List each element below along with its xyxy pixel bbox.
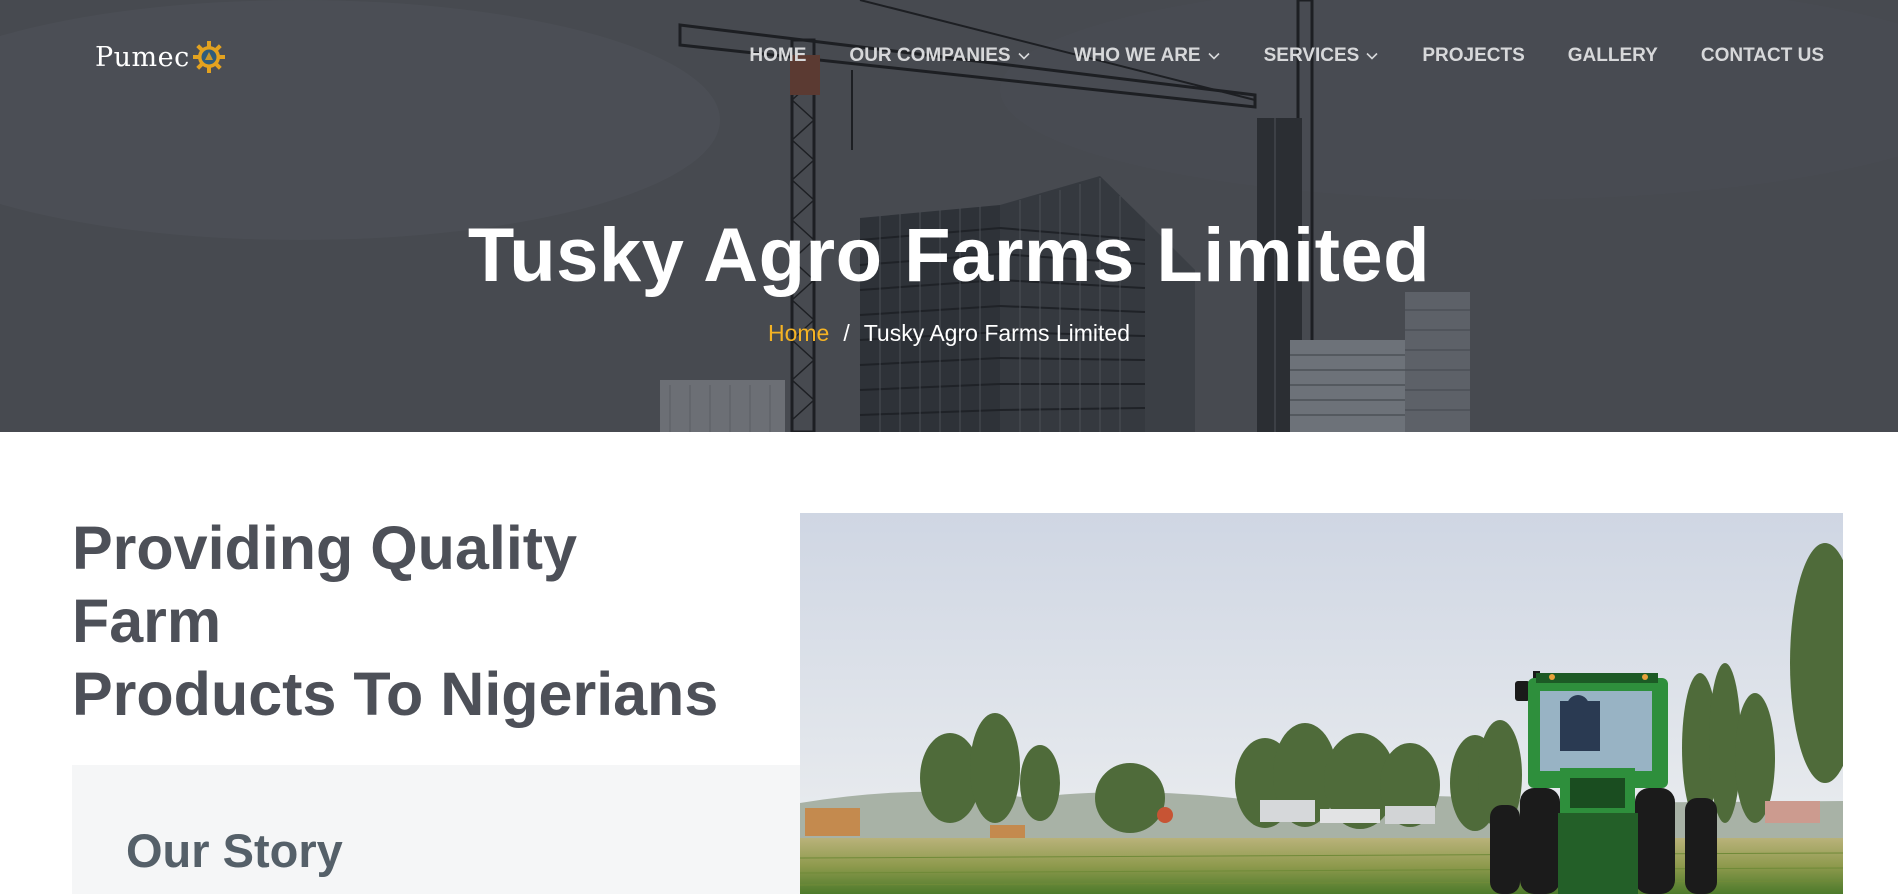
gear-logo-icon (192, 41, 225, 73)
chevron-down-icon (1366, 52, 1378, 60)
nav-our-companies-label: OUR COMPANIES (849, 45, 1011, 66)
nav-home-label: HOME (749, 45, 807, 66)
nav-projects-label: PROJECTS (1422, 45, 1525, 66)
nav-contact-us[interactable]: CONTACT US (1701, 45, 1824, 67)
breadcrumb-home-link[interactable]: Home (768, 320, 829, 347)
logo-text: Pumec (95, 41, 190, 73)
intro-heading-line-1: Providing Quality Farm (72, 514, 578, 655)
breadcrumb-separator: / (843, 320, 850, 346)
intro-heading: Providing Quality Farm Products To Niger… (72, 512, 732, 731)
nav-our-companies[interactable]: OUR COMPANIES (849, 45, 1030, 67)
nav-home[interactable]: HOME (749, 45, 806, 67)
nav-contact-us-label: CONTACT US (1700, 45, 1824, 66)
nav-services-label: SERVICES (1263, 45, 1360, 66)
site-logo[interactable]: Pumec (95, 40, 226, 74)
nav-who-we-are-label: WHO WE ARE (1073, 45, 1201, 66)
nav-gallery-label: GALLERY (1567, 45, 1658, 66)
hero-banner: Pumec HOME OUR COMPANIES WHO WE ARE SERV… (0, 0, 1898, 432)
nav-services[interactable]: SERVICES (1264, 45, 1380, 67)
nav-who-we-are[interactable]: WHO WE ARE (1074, 45, 1221, 67)
page-title: Tusky Agro Farms Limited (467, 213, 1431, 298)
tractor-farm-photo (800, 513, 1843, 894)
chevron-down-icon (1208, 52, 1220, 60)
intro-heading-line-2: Products To Nigerians (72, 660, 719, 728)
tractor-farm-image (800, 513, 1843, 894)
main-navigation: HOME OUR COMPANIES WHO WE ARE SERVICES P… (749, 45, 1824, 67)
our-story-card: Our Story (72, 765, 800, 894)
nav-gallery[interactable]: GALLERY (1568, 45, 1658, 67)
our-story-title: Our Story (126, 824, 343, 877)
breadcrumb-current: Tusky Agro Farms Limited (863, 320, 1131, 346)
chevron-down-icon (1018, 52, 1030, 60)
breadcrumb: Home / Tusky Agro Farms Limited (0, 320, 1898, 347)
nav-projects[interactable]: PROJECTS (1422, 45, 1524, 67)
